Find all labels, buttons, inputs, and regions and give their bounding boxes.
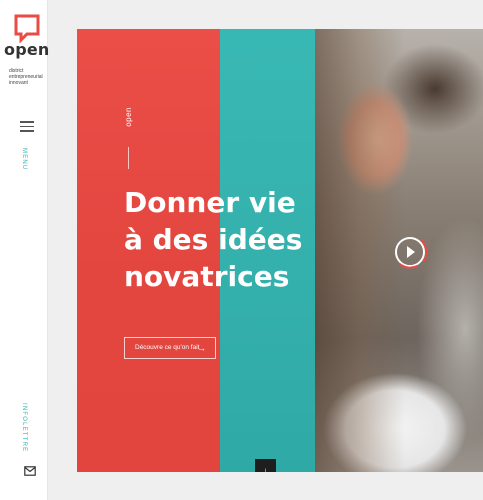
discover-button-label: Découvre ce qu'on fait	[135, 344, 200, 351]
hamburger-icon[interactable]	[20, 118, 34, 132]
tagline-line: innovant	[9, 80, 28, 86]
arrow-right-icon: →	[197, 343, 206, 353]
scroll-down-button[interactable]: ↓	[255, 459, 276, 472]
play-icon[interactable]	[392, 232, 432, 272]
hero-section: open Donner vie à des idées novatrices D…	[77, 29, 483, 472]
vertical-divider	[128, 147, 129, 169]
logo-tagline: district entrepreneurial innovant	[9, 68, 49, 86]
envelope-icon[interactable]	[24, 466, 36, 476]
hero-headline: Donner vie à des idées novatrices	[124, 186, 303, 293]
vertical-brand-label: open	[124, 107, 133, 127]
discover-button[interactable]: Découvre ce qu'on fait →	[124, 337, 216, 359]
newsletter-label[interactable]: INFOLETTRE	[21, 403, 27, 452]
menu-label[interactable]: MENU	[21, 148, 27, 170]
arrow-down-icon: ↓	[263, 466, 268, 472]
logo-wordmark[interactable]: open	[4, 40, 50, 59]
open-logo-icon[interactable]	[12, 13, 42, 43]
sidebar: open district entrepreneurial innovant M…	[0, 0, 50, 500]
